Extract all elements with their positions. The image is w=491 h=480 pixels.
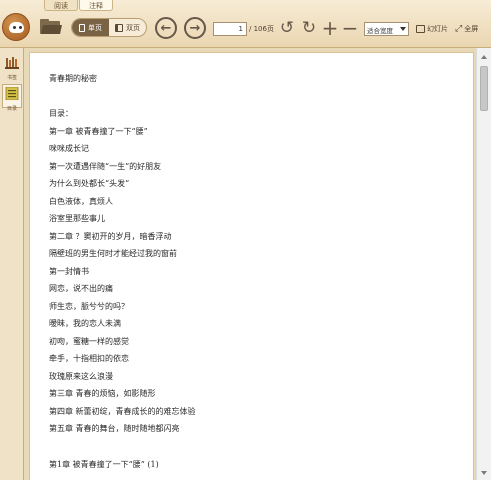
scroll-down-arrow-icon[interactable] [481, 471, 487, 475]
double-page-label: 双页 [126, 23, 140, 32]
arrow-left-icon: ← [160, 20, 172, 36]
arrow-right-icon: → [189, 20, 201, 36]
tab-annotate[interactable]: 注释 [79, 0, 113, 11]
sidebar-item-label: 目录 [6, 106, 17, 112]
toc-entry[interactable]: 初吻，蜜糖一样的感觉 [49, 336, 129, 347]
toc-entry[interactable]: 白色液体，真烦人 [49, 196, 113, 207]
single-page-icon [79, 23, 85, 32]
page-total-label: / 106页 [249, 25, 274, 33]
toc-entry[interactable]: 第一次遭遇伴随“一生”的好朋友 [49, 161, 161, 172]
sidebar-item-toc[interactable]: 目录 [2, 84, 22, 112]
vertical-scrollbar[interactable] [476, 48, 491, 480]
toc-entry[interactable]: 第五章 青春的舞台，随时随地都闪亮 [49, 423, 180, 434]
document-title: 青春期的秘密 [49, 74, 97, 83]
toc-entry[interactable]: 第一章 被青春撞了一下“腰” [49, 126, 148, 137]
toc-entry[interactable]: 第三章 青春的烦恼，如影随形 [49, 388, 156, 399]
toc-entry[interactable]: 浴室里那些事儿 [49, 213, 105, 224]
toc-entry[interactable]: 咪咪成长记 [49, 143, 89, 154]
page-number-input[interactable] [213, 22, 247, 36]
toc-icon [5, 86, 19, 101]
next-page-button[interactable]: → [184, 17, 206, 39]
toc-entry[interactable]: 师生恋，脈兮兮的吗？ [49, 301, 129, 312]
slideshow-icon [416, 25, 425, 33]
bookshelf-icon [5, 57, 19, 69]
open-folder-icon[interactable] [40, 19, 62, 34]
slideshow-label: 幻灯片 [427, 25, 448, 33]
fullscreen-button[interactable]: ⤢ 全屏 [455, 22, 478, 36]
rotate-left-icon[interactable]: ↺ [277, 18, 297, 38]
toc-entry[interactable]: 暧昧，我的恋人未满 [49, 318, 121, 329]
rotate-right-icon[interactable]: ↻ [299, 18, 319, 38]
toc-entry[interactable]: 第四章 新蕾初绽，青春成长的的难忘体验 [49, 406, 196, 417]
toc-entry[interactable]: 牵手，十指相扣的依恋 [49, 353, 129, 364]
sidebar-item-bookmarks[interactable]: 书签 [2, 54, 22, 81]
zoom-out-icon[interactable]: − [340, 18, 360, 38]
previous-page-button[interactable]: ← [155, 17, 177, 39]
single-page-label: 单页 [88, 23, 102, 32]
slideshow-button[interactable]: 幻灯片 [416, 22, 448, 36]
toc-entry[interactable]: 第一封情书 [49, 266, 89, 277]
toolbar: 阅读 注释 单页 双页 ← → / 106页 ↺ ↻ + − 适合宽度 幻灯片 [0, 0, 491, 48]
chapter-heading: 第1章 被青春撞了一下“腰” (1) [49, 460, 159, 469]
single-page-button[interactable]: 单页 [72, 19, 109, 36]
zoom-select-value: 适合宽度 [367, 27, 393, 35]
toc-entry[interactable]: 网恋，说不出的痛 [49, 283, 113, 294]
double-page-icon [115, 23, 123, 32]
toc-entry[interactable]: 隔壁班的男生何时才能经过我的窗前 [49, 248, 177, 259]
tab-read[interactable]: 阅读 [44, 0, 78, 11]
tab-bar: 阅读 注释 [44, 0, 114, 11]
zoom-select[interactable]: 适合宽度 [364, 22, 409, 36]
double-page-button[interactable]: 双页 [109, 19, 146, 36]
document-page: 青春期的秘密 目录： 第一章 被青春撞了一下“腰” 咪咪成长记 第一次遭遇伴随“… [29, 52, 474, 480]
toc-entry[interactable]: 玫瑰原来这么浪漫 [49, 371, 113, 382]
side-rail: 书签 目录 [0, 48, 24, 480]
toc-heading: 目录： [49, 109, 73, 118]
scrollbar-thumb[interactable] [480, 66, 488, 111]
scroll-up-arrow-icon[interactable] [481, 55, 487, 59]
document-viewport[interactable]: 青春期的秘密 目录： 第一章 被青春撞了一下“腰” 咪咪成长记 第一次遭遇伴随“… [25, 48, 476, 480]
fullscreen-icon: ⤢ [455, 24, 463, 34]
app-logo-icon[interactable] [2, 13, 30, 41]
toc-entry[interactable]: 为什么到处都长“头发” [49, 178, 129, 189]
chevron-down-icon [400, 27, 406, 31]
zoom-in-icon[interactable]: + [320, 18, 340, 38]
sidebar-item-label: 书签 [6, 75, 17, 81]
fullscreen-label: 全屏 [464, 25, 479, 33]
toc-entry[interactable]: 第二章 ？窦初开的岁月，暗香浮动 [49, 231, 172, 242]
page-mode-toggle: 单页 双页 [71, 18, 147, 37]
